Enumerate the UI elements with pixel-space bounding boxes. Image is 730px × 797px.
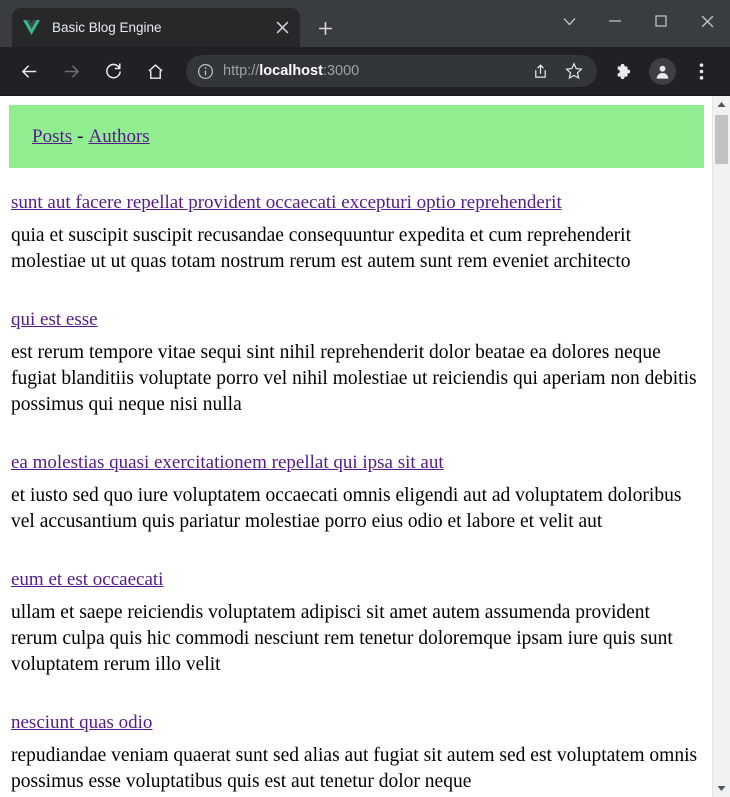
post-title-link[interactable]: sunt aut facere repellat provident occae… [11, 192, 562, 213]
page-scrollbar[interactable] [712, 96, 730, 797]
site-nav: Posts - Authors [9, 105, 704, 168]
post-body: quia et suscipit suscipit recusandae con… [11, 225, 631, 272]
post-title: qui est esse [11, 307, 704, 332]
address-bar[interactable]: http://localhost:3000 [186, 55, 597, 87]
post-body: et iusto sed quo iure voluptatem occaeca… [11, 485, 682, 532]
post-list: sunt aut facere repellat provident occae… [9, 190, 704, 797]
reload-icon[interactable] [97, 55, 129, 87]
three-dot-menu-icon[interactable] [685, 55, 717, 87]
share-icon[interactable] [526, 57, 554, 85]
scroll-down-arrow-icon[interactable] [713, 780, 730, 797]
url-text[interactable]: http://localhost:3000 [223, 63, 523, 79]
browser-toolbar: http://localhost:3000 [0, 47, 730, 95]
post-title-link[interactable]: qui est esse [11, 309, 98, 330]
post-title: sunt aut facere repellat provident occae… [11, 190, 704, 215]
close-icon[interactable] [269, 15, 295, 41]
post-title-link[interactable]: eum et est occaecati [11, 569, 163, 590]
post-item: nesciunt quas odio repudiandae veniam qu… [11, 710, 704, 795]
window-controls [546, 0, 730, 42]
tab-search-button[interactable] [546, 0, 592, 42]
vue-logo-icon [22, 18, 41, 37]
post-body: ullam et saepe reiciendis voluptatem adi… [11, 602, 673, 675]
close-window-button[interactable] [684, 0, 730, 42]
minimize-button[interactable] [592, 0, 638, 42]
info-circle-icon[interactable] [196, 62, 215, 81]
browser-window: Basic Blog Engine http://localhost:3000 … [0, 0, 730, 797]
web-page: Posts - Authors sunt aut facere repellat… [0, 96, 712, 797]
post-item: qui est esse est rerum tempore vitae seq… [11, 307, 704, 418]
browser-tab[interactable]: Basic Blog Engine [12, 8, 300, 47]
maximize-button[interactable] [638, 0, 684, 42]
page-viewport: Posts - Authors sunt aut facere repellat… [0, 95, 730, 797]
post-body: est rerum tempore vitae sequi sint nihil… [11, 342, 697, 415]
puzzle-piece-icon[interactable] [608, 55, 640, 87]
arrow-right-icon[interactable] [55, 55, 87, 87]
nav-link-posts[interactable]: Posts [32, 126, 72, 148]
nav-separator: - [77, 125, 84, 147]
person-icon[interactable] [649, 57, 676, 85]
star-icon[interactable] [560, 57, 588, 85]
scroll-up-arrow-icon[interactable] [713, 96, 730, 113]
post-item: eum et est occaecati ullam et saepe reic… [11, 567, 704, 678]
arrow-left-icon[interactable] [13, 55, 45, 87]
post-title: eum et est occaecati [11, 567, 704, 592]
tab-strip: Basic Blog Engine [0, 0, 730, 47]
url-scheme: http:// [223, 63, 260, 79]
scrollbar-thumb[interactable] [715, 115, 728, 164]
tab-title: Basic Blog Engine [52, 19, 162, 35]
omnibox-actions [523, 57, 591, 85]
post-item: ea molestias quasi exercitationem repell… [11, 450, 704, 535]
new-tab-button[interactable] [310, 13, 340, 43]
post-title-link[interactable]: nesciunt quas odio [11, 712, 152, 733]
post-title-link[interactable]: ea molestias quasi exercitationem repell… [11, 452, 444, 473]
post-body: repudiandae veniam quaerat sunt sed alia… [11, 745, 698, 792]
url-port: :3000 [322, 63, 360, 79]
nav-link-authors[interactable]: Authors [88, 126, 149, 148]
post-item: sunt aut facere repellat provident occae… [11, 190, 704, 275]
url-host: localhost [259, 63, 323, 79]
post-title: ea molestias quasi exercitationem repell… [11, 450, 704, 475]
home-icon[interactable] [139, 55, 171, 87]
post-title: nesciunt quas odio [11, 710, 704, 735]
